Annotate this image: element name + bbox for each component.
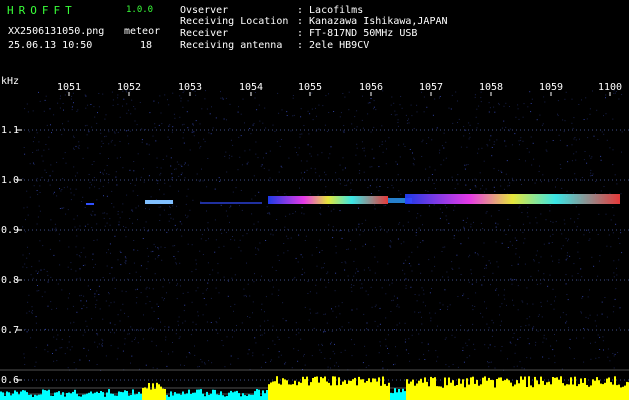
time-tick-1055: 1055	[298, 82, 322, 93]
echo-segment	[405, 194, 620, 204]
echo-segment	[145, 200, 173, 204]
time-tick-1053: 1053	[178, 82, 202, 93]
meteor-count: 18	[140, 40, 153, 51]
observer-key: Ovserver	[180, 5, 229, 16]
time-tick-1057: 1057	[419, 82, 443, 93]
meteor-label: meteor	[124, 26, 161, 37]
date-time: 25.06.13 10:50	[8, 40, 93, 51]
echo-segment	[268, 196, 388, 204]
time-tick-1058: 1058	[479, 82, 503, 93]
location-value: : Kanazawa Ishikawa,JAPAN	[297, 16, 448, 27]
time-tick-1100: 1100	[598, 82, 622, 93]
time-tick-1051: 1051	[57, 82, 81, 93]
receiver-key: Receiver	[180, 28, 229, 39]
grid	[0, 129, 629, 395]
app-version: 1.0.0	[126, 5, 154, 15]
time-tick-1054: 1054	[239, 82, 263, 93]
antenna-key: Receiving antenna	[180, 40, 283, 51]
file-name: XX2506131050.png	[8, 26, 105, 37]
time-axis: 1051 1052 1053 1054 1055 1056 1057 1058 1059 1100	[57, 82, 622, 96]
y-unit: kHz	[1, 76, 19, 87]
time-tick-1056: 1056	[359, 82, 383, 93]
app-title: HROFFT	[7, 4, 77, 17]
freq-axis: 1.11.00.90.80.70.6	[1, 125, 22, 386]
echo-segment	[86, 203, 94, 205]
echo-segment	[200, 202, 262, 204]
receiver-value: : FT-817ND 50MHz USB	[297, 28, 418, 39]
time-tick-1052: 1052	[117, 82, 141, 93]
location-key: Receiving Location	[180, 16, 289, 27]
antenna-value: : 2ele HB9CV	[297, 40, 370, 51]
meteor-echo-trace	[86, 194, 620, 205]
spectrogram: kHz 1051 1052 1053 1054 1055 1056 1057 1058 1059…	[0, 76, 629, 400]
observer-value: : Lacofilms	[297, 5, 364, 16]
time-tick-1059: 1059	[539, 82, 563, 93]
